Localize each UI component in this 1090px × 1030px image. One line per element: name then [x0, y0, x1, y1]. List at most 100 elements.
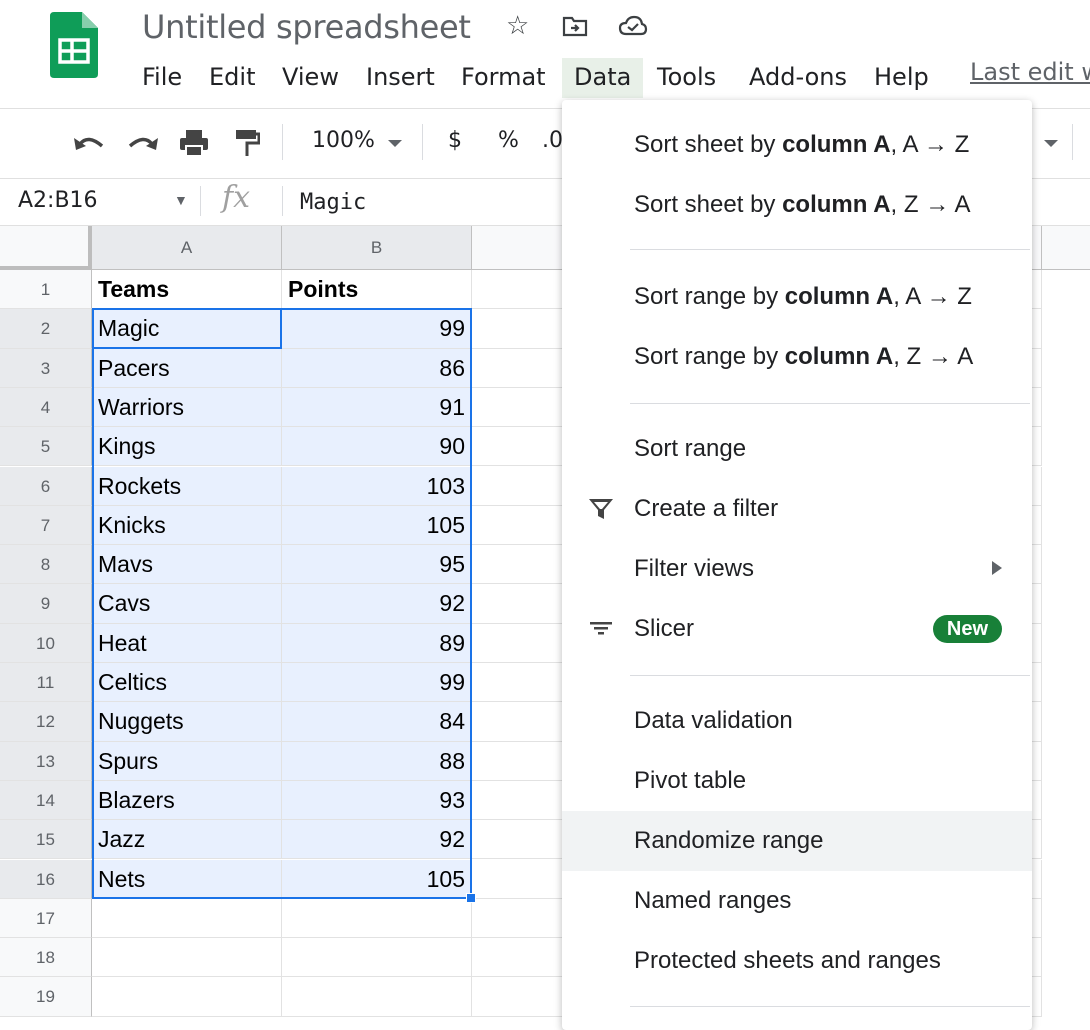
cell-team[interactable]: Kings [92, 427, 282, 467]
cell-points[interactable]: 90 [282, 427, 472, 467]
cell-points[interactable]: 105 [282, 505, 472, 546]
menu-data[interactable]: Data [562, 58, 644, 98]
print-icon[interactable] [178, 128, 210, 158]
menu-item-filter-views[interactable]: Filter views [562, 539, 1032, 599]
menu-item-create-filter[interactable]: Create a filter [562, 479, 1032, 539]
header-cell-points[interactable]: Points [282, 270, 472, 310]
menu-add-ons[interactable]: Add-ons [749, 58, 847, 98]
menu-edit[interactable]: Edit [209, 58, 255, 98]
cell-points[interactable]: 93 [282, 780, 472, 821]
zoom-caret-icon[interactable] [388, 140, 402, 147]
cell-points[interactable]: 105 [282, 859, 472, 899]
row-header[interactable]: 8 [0, 545, 92, 585]
cell-team[interactable]: Rockets [92, 466, 282, 506]
cell-points[interactable]: 92 [282, 820, 472, 860]
cell-points[interactable] [282, 898, 472, 939]
row-header[interactable]: 12 [0, 702, 92, 742]
cell-points[interactable]: 92 [282, 584, 472, 624]
cell-team[interactable]: Cavs [92, 584, 282, 624]
menu-item-protected-sheets[interactable]: Protected sheets and ranges [562, 931, 1032, 991]
decrease-decimal-button[interactable]: .0 [542, 128, 563, 153]
cell-points[interactable]: 89 [282, 623, 472, 663]
row-header[interactable]: 7 [0, 505, 92, 546]
undo-icon[interactable] [72, 132, 106, 154]
redo-icon[interactable] [126, 132, 160, 154]
menu-item-named-ranges[interactable]: Named ranges [562, 871, 1032, 931]
menu-item-sort-range-z-a[interactable]: Sort range by column A, Z → A [562, 327, 1032, 387]
cell-team[interactable] [92, 977, 282, 1017]
row-header[interactable]: 18 [0, 938, 92, 978]
menu-format[interactable]: Format [461, 58, 546, 98]
menu-item-sort-range-a-z[interactable]: Sort range by column A, A → Z [562, 267, 1032, 327]
row-header[interactable]: 1 [0, 270, 92, 310]
menu-item-data-validation[interactable]: Data validation [562, 691, 1032, 751]
toolbar-caret-icon[interactable] [1044, 140, 1058, 147]
column-header-b[interactable]: B [282, 226, 472, 270]
menu-tools[interactable]: Tools [657, 58, 716, 98]
row-header[interactable]: 3 [0, 348, 92, 388]
menu-item-slicer[interactable]: Slicer New [562, 599, 1032, 659]
menu-view[interactable]: View [282, 58, 339, 98]
cell-team[interactable]: Pacers [92, 348, 282, 388]
formula-input[interactable]: Magic [300, 190, 366, 215]
fill-handle[interactable] [466, 892, 476, 903]
row-header[interactable]: 9 [0, 584, 92, 624]
move-folder-icon[interactable] [562, 14, 588, 38]
row-header[interactable]: 5 [0, 427, 92, 467]
menu-file[interactable]: File [142, 58, 182, 98]
cell-points[interactable]: 99 [282, 663, 472, 703]
header-cell-teams[interactable]: Teams [92, 270, 282, 310]
cloud-status-icon[interactable] [618, 14, 648, 38]
row-header[interactable]: 16 [0, 859, 92, 899]
row-header[interactable]: 15 [0, 820, 92, 860]
cell-points[interactable] [282, 938, 472, 978]
menu-item-sort-range[interactable]: Sort range [562, 419, 1032, 479]
cell-team[interactable]: Warriors [92, 387, 282, 428]
cell-team[interactable]: Nuggets [92, 702, 282, 742]
row-header[interactable]: 17 [0, 898, 92, 939]
paint-format-icon[interactable] [234, 128, 260, 158]
column-header-d[interactable] [1042, 226, 1090, 270]
menu-item-sort-sheet-z-a[interactable]: Sort sheet by column A, Z → A [562, 175, 1032, 235]
cell-points[interactable]: 86 [282, 348, 472, 388]
currency-format-button[interactable]: $ [448, 128, 462, 153]
column-header-a[interactable]: A [92, 226, 282, 270]
cell-points[interactable]: 88 [282, 741, 472, 781]
row-header[interactable]: 10 [0, 623, 92, 663]
menu-item-pivot-table[interactable]: Pivot table [562, 751, 1032, 811]
zoom-select[interactable]: 100% [312, 128, 375, 153]
select-all-corner[interactable] [0, 226, 92, 270]
cell-points[interactable]: 95 [282, 545, 472, 585]
cell-team[interactable]: Nets [92, 859, 282, 899]
cell-team[interactable]: Spurs [92, 741, 282, 781]
document-title[interactable]: Untitled spreadsheet [142, 8, 471, 46]
menu-item-randomize-range[interactable]: Randomize range [562, 811, 1032, 871]
percent-format-button[interactable]: % [498, 128, 519, 153]
row-header[interactable]: 13 [0, 741, 92, 781]
cell-points[interactable] [282, 977, 472, 1017]
cell-team[interactable]: Celtics [92, 663, 282, 703]
row-header[interactable]: 4 [0, 387, 92, 428]
name-box-caret-icon[interactable]: ▼ [174, 192, 188, 208]
cell-points[interactable]: 84 [282, 702, 472, 742]
cell-team[interactable]: Blazers [92, 780, 282, 821]
row-header[interactable]: 6 [0, 466, 92, 506]
row-header[interactable]: 14 [0, 780, 92, 821]
last-edit-link[interactable]: Last edit w [970, 58, 1090, 86]
cell-team[interactable]: Jazz [92, 820, 282, 860]
row-header[interactable]: 19 [0, 977, 92, 1017]
menu-help[interactable]: Help [874, 58, 929, 98]
menu-insert[interactable]: Insert [366, 58, 435, 98]
cell-team[interactable] [92, 898, 282, 939]
menu-item-sort-sheet-a-z[interactable]: Sort sheet by column A, A → Z [562, 115, 1032, 175]
cell-team[interactable] [92, 938, 282, 978]
row-header[interactable]: 11 [0, 663, 92, 703]
cell-team[interactable]: Heat [92, 623, 282, 663]
cell-points[interactable]: 103 [282, 466, 472, 506]
cell-team[interactable]: Magic [92, 309, 282, 349]
name-box[interactable]: A2:B16 [18, 188, 98, 213]
cell-points[interactable]: 91 [282, 387, 472, 428]
cell-team[interactable]: Knicks [92, 505, 282, 546]
cell-points[interactable]: 99 [282, 309, 472, 349]
cell-team[interactable]: Mavs [92, 545, 282, 585]
